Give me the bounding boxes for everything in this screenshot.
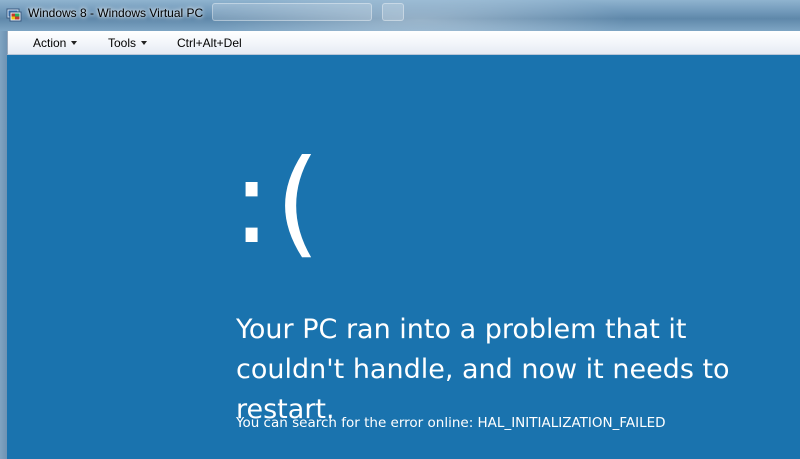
window-title-bar[interactable]: Windows 8 - Windows Virtual PC — [0, 0, 800, 31]
sad-face-emoticon: :( — [232, 135, 325, 270]
background-window-tab — [212, 3, 372, 21]
error-message: Your PC ran into a problem that it could… — [236, 314, 730, 425]
menu-action[interactable]: Action — [33, 36, 78, 50]
vm-screen[interactable]: :( Your PC ran into a problem that it co… — [7, 55, 800, 459]
menu-tools-label: Tools — [108, 36, 137, 50]
menu-bar: Action Tools Ctrl+Alt+Del — [7, 31, 800, 55]
chevron-down-icon — [71, 41, 78, 45]
menu-action-label: Action — [33, 36, 67, 50]
window-frame-left — [0, 31, 7, 459]
error-code-line: You can search for the error online: HAL… — [236, 415, 666, 431]
background-window-tab — [382, 3, 404, 21]
menu-ctrl-alt-del-label: Ctrl+Alt+Del — [177, 36, 242, 50]
menu-ctrl-alt-del[interactable]: Ctrl+Alt+Del — [177, 36, 242, 50]
virtual-pc-icon[interactable] — [6, 7, 22, 23]
menu-tools[interactable]: Tools — [108, 36, 148, 50]
window-title: Windows 8 - Windows Virtual PC — [28, 6, 204, 20]
chevron-down-icon — [141, 41, 148, 45]
